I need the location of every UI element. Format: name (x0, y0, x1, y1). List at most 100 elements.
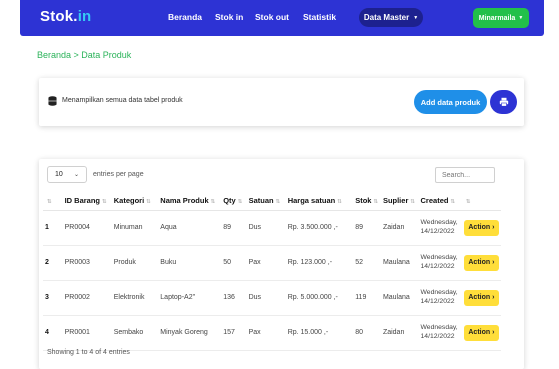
col-header-label: Satuan (248, 196, 274, 206)
cell-no: 1 (43, 210, 63, 246)
cell-satuan: Dus (246, 210, 286, 246)
created-date: 14/12/2022 (420, 332, 455, 340)
chevron-right-icon: › (490, 259, 495, 266)
sort-icon: ⇅ (237, 199, 243, 206)
cell-created: Wednesday, 14/12/2022 (418, 210, 462, 246)
entries-label: entries per page (93, 171, 144, 178)
cell-harga: Rp. 3.500.000 ,- (285, 210, 354, 246)
cell-nama: Laptop-A2" (158, 280, 222, 316)
col-header-label: ID Barang (64, 196, 101, 206)
created-day: Wednesday, (420, 254, 458, 262)
col-header-label: Stok (355, 196, 372, 206)
table-row: 2 PR0003 Produk Buku 50 Pax Rp. 123.000 … (43, 245, 501, 281)
action-button[interactable]: Action › (463, 324, 499, 341)
col-header-action: ⇅ (461, 192, 501, 211)
cell-harga: Rp. 5.000.000 ,- (285, 280, 354, 316)
col-header-label: Created (420, 196, 449, 206)
action-button[interactable]: Action › (463, 219, 499, 236)
table-card: 10 ⌄ entries per page ⇅ ID Barang⇅ Kateg… (39, 159, 524, 369)
brand-main: Stok. (40, 8, 78, 25)
col-header-label: Harga satuan (287, 196, 336, 206)
cell-created: Wednesday, 14/12/2022 (418, 280, 462, 316)
cell-suplier: Zaidan (380, 315, 419, 351)
brand-logo[interactable]: Stok.in (40, 8, 91, 25)
sort-icon: ⇅ (146, 199, 151, 206)
col-header-nama[interactable]: Nama Produk ⇅ (158, 192, 222, 211)
cell-qty: 50 (221, 245, 247, 281)
col-header-kategori[interactable]: Kategori ⇅ (111, 192, 159, 211)
info-text: Menampilkan semua data tabel produk (62, 97, 183, 104)
entries-select[interactable]: 10 ⌄ (47, 166, 87, 183)
cell-stok: 119 (353, 280, 381, 316)
chevron-right-icon: › (490, 294, 495, 301)
cell-qty: 157 (221, 315, 247, 351)
cell-id: PR0003 (62, 245, 112, 281)
cell-no: 4 (43, 315, 63, 351)
col-header-stok[interactable]: Stok ⇅ (353, 192, 381, 211)
sort-icon: ⇅ (337, 199, 342, 206)
action-button[interactable]: Action › (463, 289, 499, 306)
print-button[interactable] (490, 90, 517, 114)
cell-nama: Minyak Goreng (158, 315, 222, 351)
nav-stok-out[interactable]: Stok out (255, 12, 289, 22)
search-input[interactable] (435, 167, 495, 183)
sort-icon: ⇅ (450, 199, 456, 206)
col-header-no[interactable]: ⇅ (43, 192, 63, 211)
entries-control: 10 ⌄ entries per page (47, 166, 144, 183)
col-header-label: Nama Produk (160, 196, 209, 206)
cell-action: Action › (461, 245, 501, 281)
col-header-suplier[interactable]: Suplier ⇅ (380, 192, 419, 211)
nav-beranda[interactable]: Beranda (168, 12, 202, 22)
action-button[interactable]: Action › (463, 254, 499, 271)
created-day: Wednesday, (420, 219, 458, 227)
chevron-right-icon: › (490, 329, 495, 336)
cell-action: Action › (461, 210, 501, 246)
cell-kategori: Minuman (111, 210, 159, 246)
sort-icon: ⇅ (210, 199, 216, 206)
cell-kategori: Elektronik (111, 280, 159, 316)
cell-nama: Aqua (158, 210, 222, 246)
breadcrumb[interactable]: Beranda > Data Produk (37, 50, 131, 60)
col-header-id[interactable]: ID Barang ⇅ (62, 192, 112, 211)
cell-satuan: Pax (246, 245, 286, 281)
info-card: Menampilkan semua data tabel produk Add … (39, 78, 524, 126)
cell-stok: 52 (353, 245, 381, 281)
product-table: ⇅ ID Barang ⇅ Kategori ⇅ Nama Produk ⇅ Qty ⇅… (43, 192, 501, 351)
sort-icon: ⇅ (47, 199, 52, 206)
cell-no: 3 (43, 280, 63, 316)
cell-qty: 89 (221, 210, 247, 246)
sort-icon: ⇅ (410, 199, 415, 206)
user-menu-button[interactable]: Minarmaila ▼ (473, 8, 529, 28)
table-row: 1 PR0004 Minuman Aqua 89 Dus Rp. 3.500.0… (43, 210, 501, 246)
caret-down-icon: ▼ (518, 15, 524, 21)
created-date: 14/12/2022 (420, 297, 455, 305)
cell-id: PR0001 (62, 315, 112, 351)
col-header-harga[interactable]: Harga satuan ⇅ (285, 192, 354, 211)
col-header-satuan[interactable]: Satuan ⇅ (246, 192, 286, 211)
table-row: 3 PR0002 Elektronik Laptop-A2" 136 Dus R… (43, 280, 501, 316)
cell-no: 2 (43, 245, 63, 281)
nav-data-master[interactable]: Data Master ▼ (359, 8, 423, 27)
cell-stok: 80 (353, 315, 381, 351)
add-product-button[interactable]: Add data produk (414, 90, 487, 114)
chevron-right-icon: › (490, 224, 495, 231)
col-header-label: Qty (223, 196, 236, 206)
col-header-created[interactable]: Created ⇅ (418, 192, 462, 211)
user-name: Minarmaila (478, 14, 516, 22)
col-header-label: Suplier (382, 196, 409, 206)
sort-icon: ⇅ (102, 199, 107, 206)
cell-nama: Buku (158, 245, 222, 281)
col-header-qty[interactable]: Qty ⇅ (221, 192, 247, 211)
action-label: Action (468, 294, 491, 301)
created-date: 14/12/2022 (420, 262, 455, 270)
cell-created: Wednesday, 14/12/2022 (418, 245, 462, 281)
nav-stok-in[interactable]: Stok in (215, 12, 243, 22)
entries-value: 10 (55, 171, 63, 178)
created-day: Wednesday, (420, 289, 458, 297)
cell-kategori: Produk (111, 245, 159, 281)
nav-data-master-label: Data Master (363, 13, 410, 22)
nav-statistik[interactable]: Statistik (303, 12, 336, 22)
cell-harga: Rp. 123.000 ,- (285, 245, 354, 281)
cell-action: Action › (461, 280, 501, 316)
action-label: Action (468, 224, 491, 231)
